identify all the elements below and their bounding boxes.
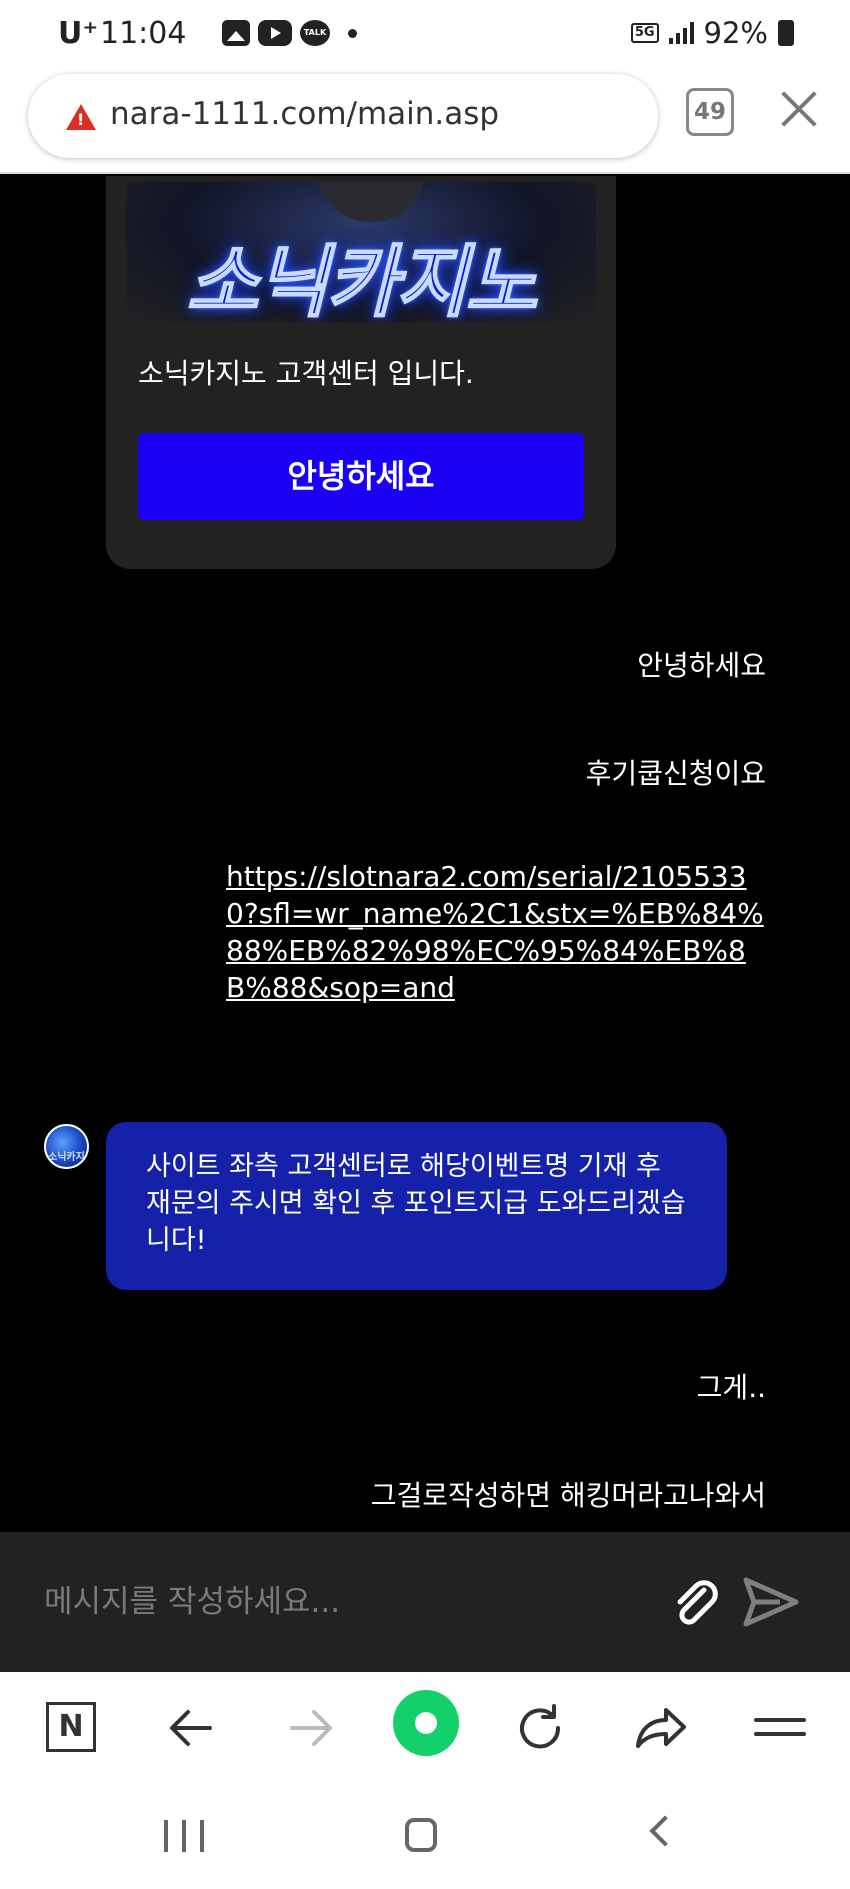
browser-address-area: nara-1111.com/main.asp 49 <box>0 68 850 174</box>
send-icon[interactable] <box>740 1572 800 1632</box>
share-icon[interactable] <box>630 1700 690 1756</box>
user-message: 그게.. <box>696 1371 766 1404</box>
green-dot-button[interactable] <box>393 1690 459 1756</box>
back-arrow-icon[interactable] <box>162 1700 222 1756</box>
status-time: 11:04 <box>100 16 187 51</box>
close-icon[interactable] <box>776 86 822 132</box>
user-message: 안녕하세요 <box>637 649 766 682</box>
bot-welcome-card: 소닉카지노 소닉카지노 고객센터 입니다. 안녕하세요 <box>106 176 616 569</box>
home-icon[interactable] <box>405 1818 437 1852</box>
gallery-icon <box>222 20 250 46</box>
kakaotalk-icon: TALK <box>300 20 330 46</box>
more-notifications-icon <box>348 28 357 38</box>
chat-area[interactable]: 소닉카지노 소닉카지노 고객센터 입니다. 안녕하세요 안녕하세요 후기쿱신청이… <box>0 176 850 1532</box>
forward-arrow-icon[interactable] <box>280 1700 340 1756</box>
logo-text: 소닉카지노 <box>186 237 539 322</box>
character-image <box>316 182 426 222</box>
bot-intro-text: 소닉카지노 고객센터 입니다. <box>138 357 474 390</box>
casino-logo-banner: 소닉카지노 <box>126 182 596 322</box>
menu-icon[interactable] <box>750 1700 810 1756</box>
tab-count-button[interactable]: 49 <box>686 88 734 136</box>
attach-icon[interactable] <box>668 1576 724 1632</box>
status-bar: U⁺ 11:04 TALK 5G 92% <box>0 0 850 68</box>
bot-reply-bubble: 사이트 좌측 고객센터로 해당이벤트명 기재 후 재문의 주시면 확인 후 포인… <box>106 1122 727 1290</box>
avatar-label: 소닉카지 <box>48 1152 85 1163</box>
nav-back-icon[interactable] <box>649 1815 681 1847</box>
battery-percent: 92% <box>703 16 768 50</box>
bot-avatar: 소닉카지 <box>44 1124 89 1169</box>
security-warning-icon[interactable] <box>66 104 96 130</box>
system-icons: 5G 92% <box>630 16 794 50</box>
message-composer <box>0 1532 850 1672</box>
user-message: 후기쿱신청이요 <box>585 757 766 790</box>
battery-icon <box>778 20 794 46</box>
youtube-icon <box>258 20 292 46</box>
signal-icon <box>668 22 694 44</box>
notification-icons: TALK <box>222 20 357 46</box>
refresh-icon[interactable] <box>512 1700 572 1756</box>
carrier-label: U⁺ <box>58 16 99 51</box>
url-bar[interactable]: nara-1111.com/main.asp <box>28 74 658 158</box>
url-text[interactable]: nara-1111.com/main.asp <box>110 96 499 132</box>
message-input[interactable] <box>44 1574 644 1630</box>
android-nav-bar <box>0 1784 850 1889</box>
user-link-message[interactable]: https://slotnara2.com/serial/21055330?sf… <box>226 858 771 1006</box>
user-message: 그걸로작성하면 해킹머라고나와서 <box>370 1479 766 1512</box>
naver-home-button[interactable]: N <box>46 1702 96 1752</box>
recent-apps-icon[interactable] <box>164 1820 204 1852</box>
browser-toolbar: N <box>0 1672 850 1784</box>
network-5g-icon: 5G <box>630 23 659 43</box>
greeting-button[interactable]: 안녕하세요 <box>138 433 584 520</box>
